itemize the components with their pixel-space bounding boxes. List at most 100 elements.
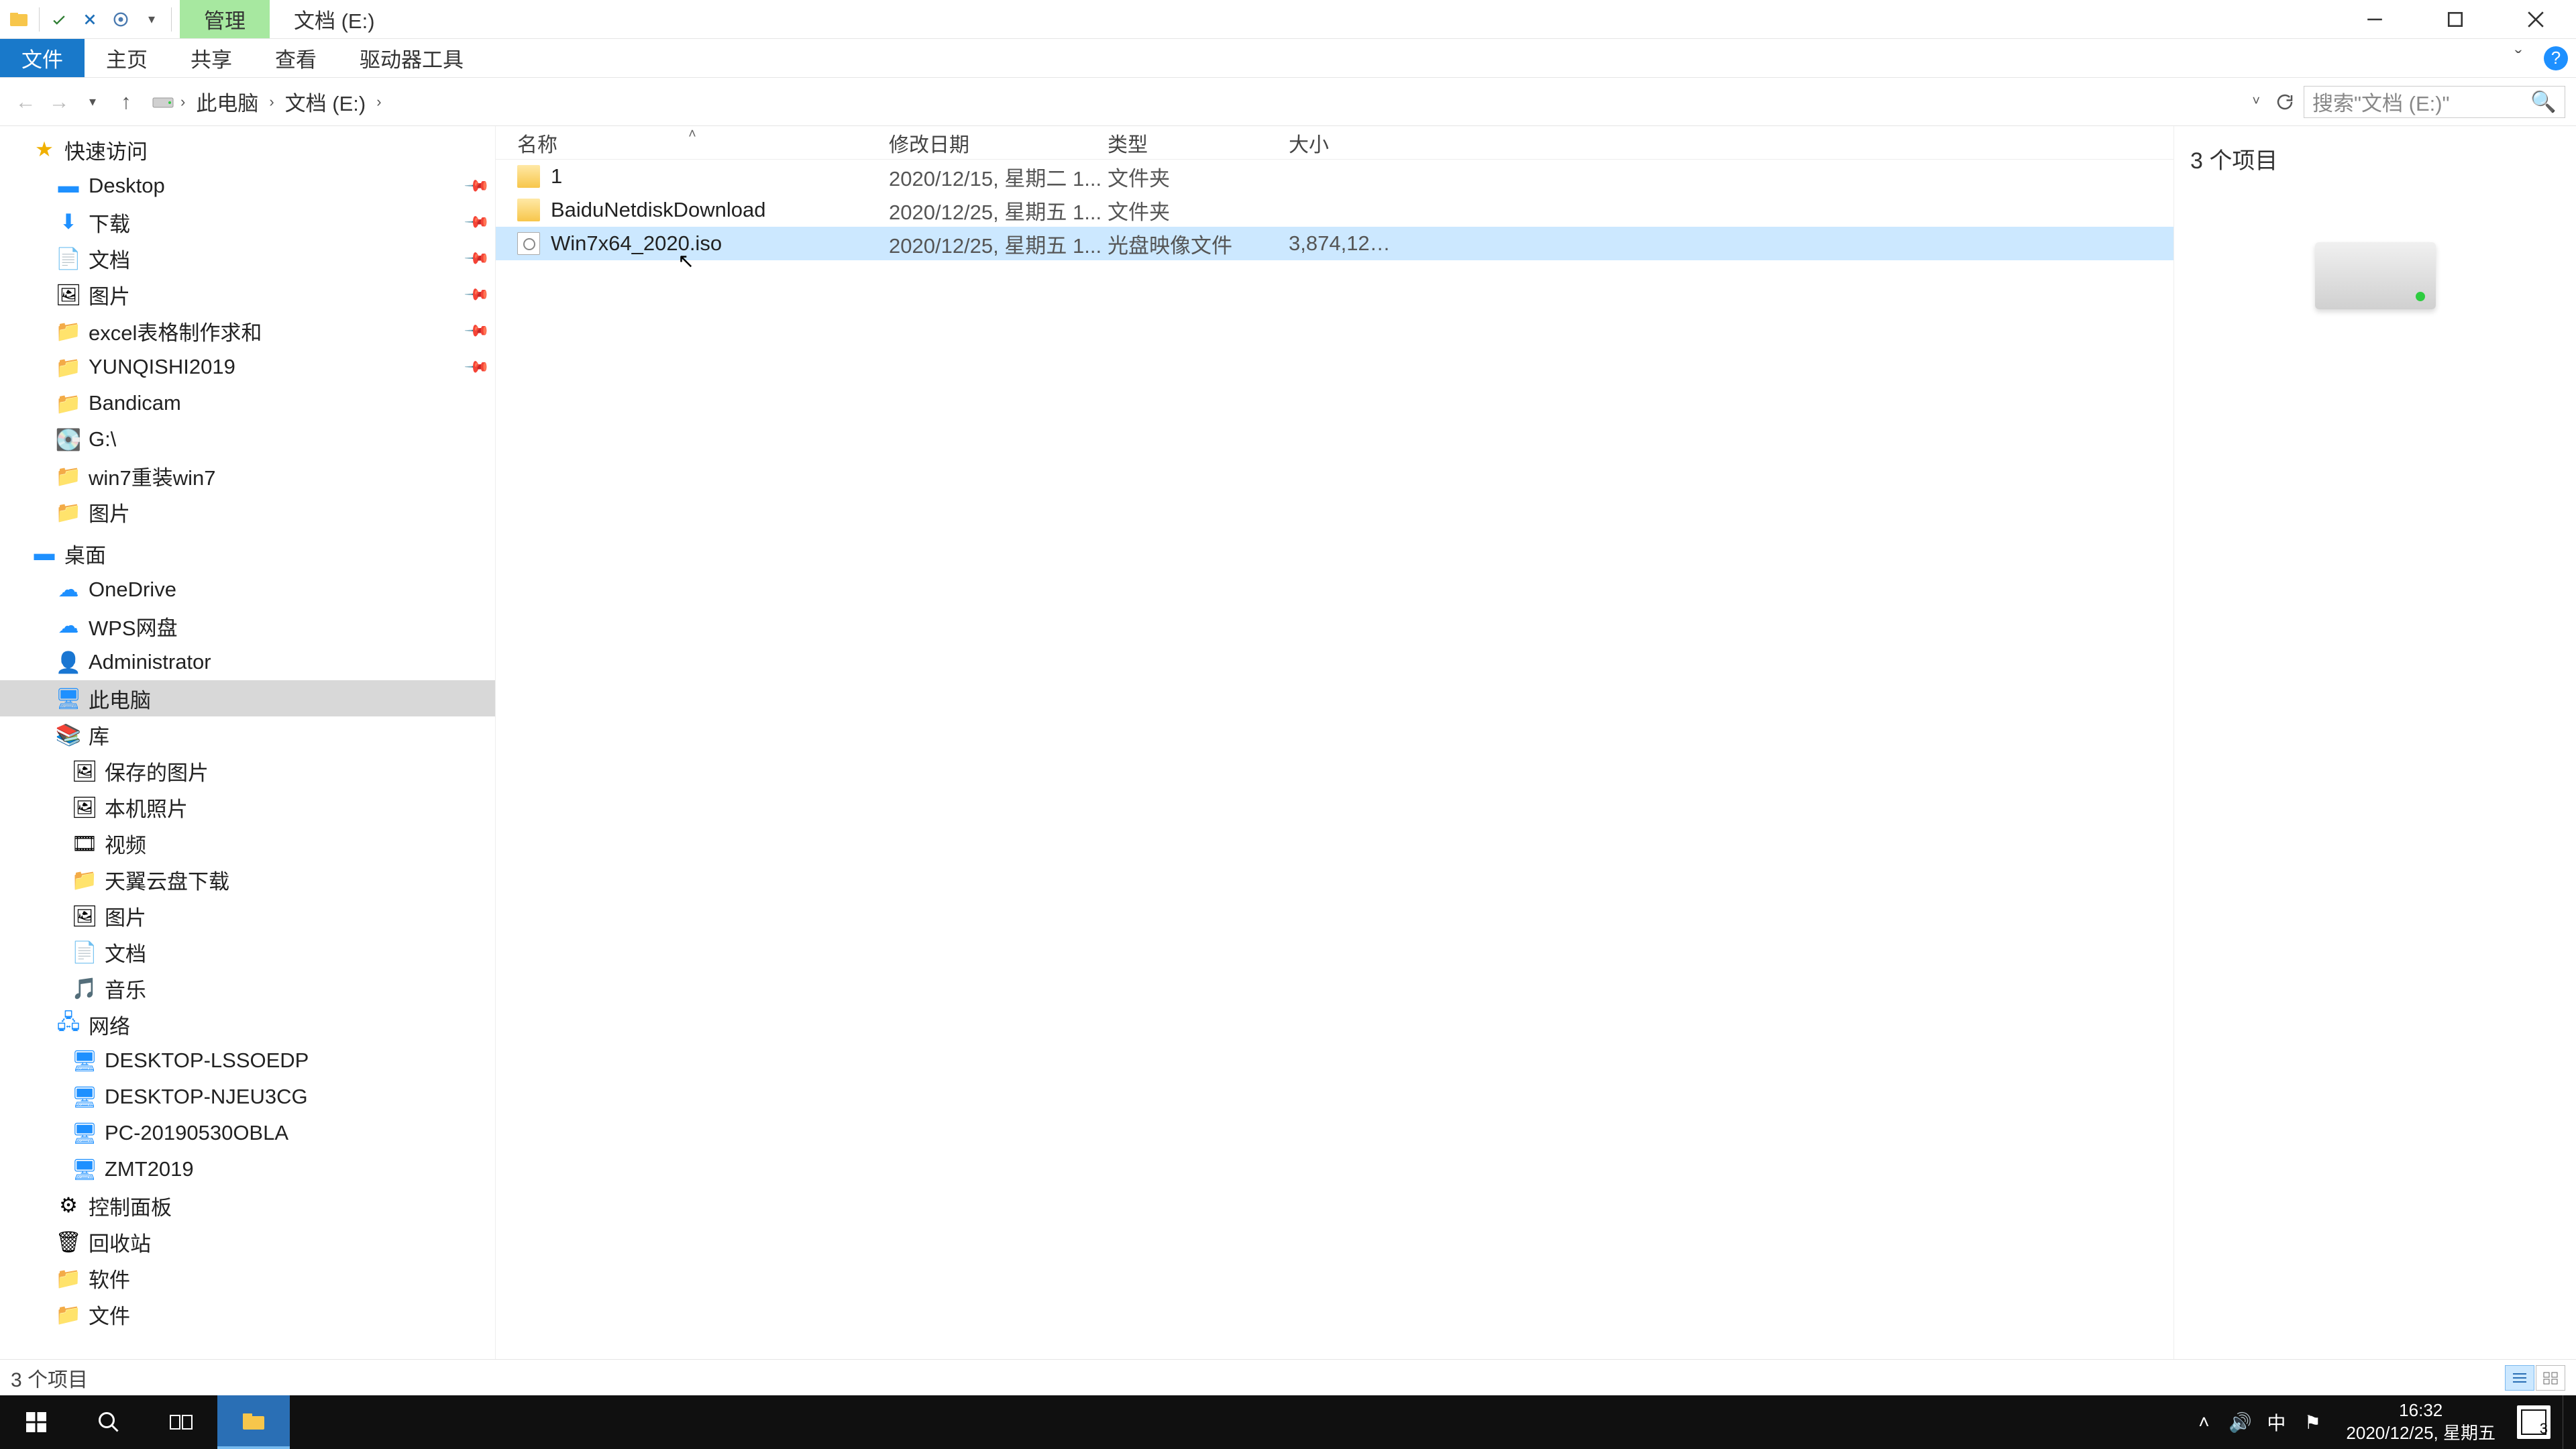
app-icon[interactable]	[5, 5, 34, 34]
nav-yunqishi[interactable]: 📁YUNQISHI2019📌	[0, 349, 495, 385]
chevron-right-icon[interactable]: ›	[374, 93, 384, 111]
qat-undo-icon[interactable]	[107, 5, 135, 34]
ime-indicator[interactable]: 中	[2264, 1410, 2288, 1434]
taskbar-search-button[interactable]	[72, 1395, 145, 1449]
nav-win7-reinstall[interactable]: 📁win7重装win7	[0, 458, 495, 494]
breadcrumb-this-pc[interactable]: 此电脑	[191, 87, 264, 117]
star-icon: ★	[32, 138, 56, 162]
nav-recycle-bin[interactable]: 🗑回收站	[0, 1224, 495, 1260]
tab-view[interactable]: 查看	[254, 39, 338, 77]
nav-libraries[interactable]: 📚库	[0, 716, 495, 753]
tab-file[interactable]: 文件	[0, 39, 85, 77]
nav-lib-videos[interactable]: 🎞视频	[0, 825, 495, 861]
view-icons-button[interactable]	[2536, 1365, 2565, 1391]
ribbon-expand-icon[interactable]: ˇ	[2504, 44, 2533, 73]
chevron-right-icon[interactable]: ›	[178, 93, 188, 111]
security-icon[interactable]: ⚑	[2300, 1410, 2324, 1434]
nav-desktop-root[interactable]: ▬桌面	[0, 535, 495, 572]
nav-g-drive[interactable]: 💽G:\	[0, 421, 495, 458]
chevron-right-icon[interactable]: ›	[266, 93, 276, 111]
ribbon-right-controls: ˇ ?	[2504, 39, 2568, 77]
nav-software[interactable]: 📁软件	[0, 1260, 495, 1296]
nav-recent-dropdown[interactable]: ▾	[78, 87, 107, 117]
close-button[interactable]	[2496, 0, 2576, 38]
show-desktop-button[interactable]	[2563, 1395, 2571, 1449]
nav-this-pc[interactable]: 🖥此电脑	[0, 680, 495, 716]
nav-control-panel[interactable]: ⚙控制面板	[0, 1187, 495, 1224]
content-area: 名称˄ 修改日期 类型 大小 12020/12/15, 星期二 1...文件夹B…	[495, 126, 2576, 1359]
nav-administrator[interactable]: 👤Administrator	[0, 644, 495, 680]
nav-wps[interactable]: ☁WPS网盘	[0, 608, 495, 644]
folder-icon: 📁	[56, 464, 80, 488]
qat-customize-dropdown[interactable]: ▾	[138, 5, 166, 34]
nav-network[interactable]: 🖧网络	[0, 1006, 495, 1042]
nav-quick-access[interactable]: ★快速访问	[0, 131, 495, 168]
column-name[interactable]: 名称˄	[496, 128, 889, 158]
file-type: 文件夹	[1108, 162, 1289, 192]
nav-documents[interactable]: 📄文档📌	[0, 240, 495, 276]
column-type[interactable]: 类型	[1108, 128, 1289, 158]
nav-net-pc-3[interactable]: 🖥PC-20190530OBLA	[0, 1115, 495, 1151]
nav-forward-button[interactable]: →	[44, 87, 74, 117]
nav-lib-documents[interactable]: 📄文档	[0, 934, 495, 970]
volume-icon[interactable]: 🔊	[2228, 1410, 2252, 1434]
nav-bandicam[interactable]: 📁Bandicam	[0, 385, 495, 421]
search-icon[interactable]: 🔍	[2530, 89, 2557, 114]
qat-properties-icon[interactable]	[45, 5, 73, 34]
nav-onedrive[interactable]: ☁OneDrive	[0, 572, 495, 608]
breadcrumb-current[interactable]: 文档 (E:)	[280, 87, 372, 117]
refresh-button[interactable]	[2270, 87, 2300, 117]
start-button[interactable]	[0, 1395, 72, 1449]
navigation-pane[interactable]: ★快速访问 ▬Desktop📌 ⬇下载📌 📄文档📌 🖼图片📌 📁excel表格制…	[0, 126, 495, 1359]
nav-downloads[interactable]: ⬇下载📌	[0, 204, 495, 240]
nav-back-button[interactable]: ←	[11, 87, 40, 117]
taskbar-clock[interactable]: 16:32 2020/12/25, 星期五	[2337, 1399, 2505, 1445]
action-center-button[interactable]: 3	[2517, 1405, 2551, 1439]
nav-excel-folder[interactable]: 📁excel表格制作求和📌	[0, 313, 495, 349]
nav-files[interactable]: 📁文件	[0, 1296, 495, 1332]
table-row[interactable]: Win7x64_2020.iso2020/12/25, 星期五 1...光盘映像…	[496, 227, 2174, 260]
address-history-dropdown[interactable]: ˅	[2252, 94, 2260, 109]
file-type: 光盘映像文件	[1108, 229, 1289, 259]
file-list[interactable]: 名称˄ 修改日期 类型 大小 12020/12/15, 星期二 1...文件夹B…	[496, 126, 2174, 1359]
nav-lib-tianyi[interactable]: 📁天翼云盘下载	[0, 861, 495, 898]
desktop-icon: ▬	[32, 541, 56, 566]
tab-drive-tools[interactable]: 驱动器工具	[338, 39, 485, 77]
network-icon: 🖧	[56, 1012, 80, 1036]
task-view-button[interactable]	[145, 1395, 217, 1449]
breadcrumb[interactable]: › 此电脑 › 文档 (E:) › ˅	[145, 86, 2266, 118]
clock-time: 16:32	[2346, 1399, 2496, 1422]
nav-lib-camera-roll[interactable]: 🖼本机照片	[0, 789, 495, 825]
nav-pictures[interactable]: 🖼图片📌	[0, 276, 495, 313]
table-row[interactable]: BaiduNetdiskDownload2020/12/25, 星期五 1...…	[496, 193, 2174, 227]
column-size[interactable]: 大小	[1289, 128, 1423, 158]
nav-lib-pictures[interactable]: 🖼图片	[0, 898, 495, 934]
folder-icon: 📁	[72, 867, 97, 892]
nav-net-pc-2[interactable]: 🖥DESKTOP-NJEU3CG	[0, 1079, 495, 1115]
view-details-button[interactable]	[2505, 1365, 2534, 1391]
column-date[interactable]: 修改日期	[889, 128, 1108, 158]
file-date: 2020/12/25, 星期五 1...	[889, 229, 1108, 259]
search-input[interactable]: 搜索"文档 (E:)" 🔍	[2304, 86, 2565, 118]
help-icon[interactable]: ?	[2544, 46, 2568, 70]
qat-new-folder-icon[interactable]	[76, 5, 104, 34]
nav-net-pc-1[interactable]: 🖥DESKTOP-LSSOEDP	[0, 1042, 495, 1079]
nav-lib-saved-pictures[interactable]: 🖼保存的图片	[0, 753, 495, 789]
tab-home[interactable]: 主页	[85, 39, 169, 77]
sort-ascending-icon: ˄	[688, 127, 696, 142]
nav-desktop[interactable]: ▬Desktop📌	[0, 168, 495, 204]
taskbar-explorer[interactable]	[217, 1395, 290, 1449]
nav-pictures-2[interactable]: 📁图片	[0, 494, 495, 530]
maximize-button[interactable]	[2415, 0, 2496, 38]
contextual-tab-drive-tools[interactable]: 管理	[180, 0, 270, 38]
taskbar[interactable]: ˄ 🔊 中 ⚑ 16:32 2020/12/25, 星期五 3	[0, 1395, 2576, 1449]
title-bar: ▾ 管理 文档 (E:)	[0, 0, 2576, 39]
nav-net-pc-4[interactable]: 🖥ZMT2019	[0, 1151, 495, 1187]
tray-overflow-icon[interactable]: ˄	[2192, 1410, 2216, 1434]
nav-lib-music[interactable]: 🎵音乐	[0, 970, 495, 1006]
nav-up-button[interactable]: ↑	[111, 87, 141, 117]
table-row[interactable]: 12020/12/15, 星期二 1...文件夹	[496, 160, 2174, 193]
library-icon: 📚	[56, 722, 80, 747]
minimize-button[interactable]	[2334, 0, 2415, 38]
tab-share[interactable]: 共享	[169, 39, 254, 77]
